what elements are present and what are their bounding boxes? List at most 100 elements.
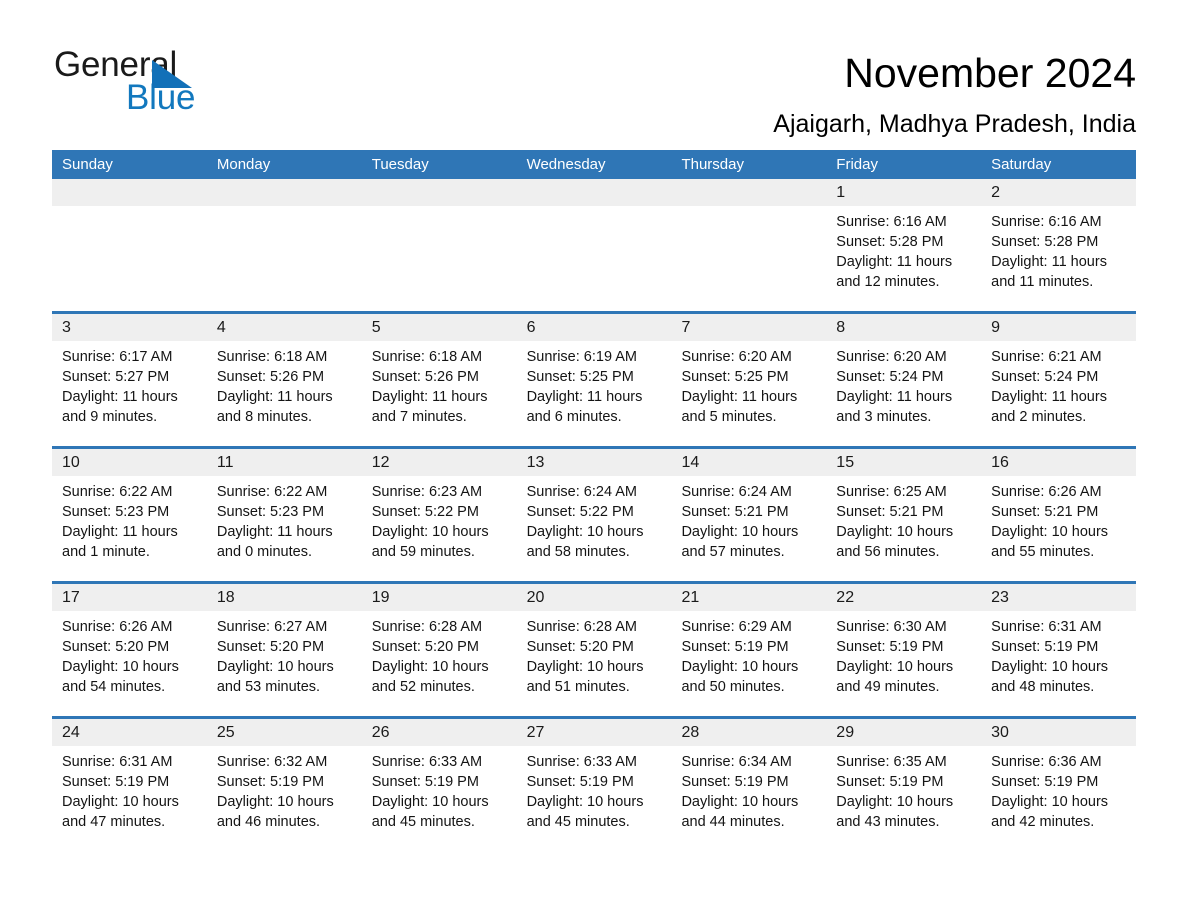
calendar-day-cell-empty	[207, 179, 362, 311]
daylight-text-line1: Daylight: 11 hours	[526, 389, 643, 405]
sunset-text: Sunset: 5:23 PM	[62, 504, 170, 520]
calendar-day-cell[interactable]: 18 Sunrise: 6:27 AM Sunset: 5:20 PM Dayligh…	[207, 584, 362, 716]
page-subtitle: Ajaigarh, Madhya Pradesh, India	[773, 110, 1136, 138]
calendar-day-cell[interactable]: 29 Sunrise: 6:35 AM Sunset: 5:19 PM Dayligh…	[826, 719, 981, 851]
daylight-text-line2: and 57 minutes.	[681, 544, 785, 560]
day-number: 6	[526, 319, 536, 336]
calendar-day-cell[interactable]: 10 Sunrise: 6:22 AM Sunset: 5:23 PM Dayligh…	[52, 449, 207, 581]
daylight-text-line1: Daylight: 10 hours	[216, 659, 334, 675]
sunset-text: Sunset: 5:28 PM	[991, 234, 1099, 250]
sunset-text: Sunset: 5:27 PM	[62, 369, 170, 385]
day-details: Sunrise: 6:34 AM Sunset: 5:19 PM Daylight:…	[671, 746, 826, 832]
day-number: 29	[836, 724, 855, 741]
sunrise-text: Sunrise: 6:31 AM	[62, 754, 173, 770]
daylight-text-line2: and 12 minutes.	[836, 274, 940, 290]
calendar-day-cell[interactable]: 26 Sunrise: 6:33 AM Sunset: 5:19 PM Dayligh…	[362, 719, 517, 851]
day-details: Sunrise: 6:19 AM Sunset: 5:25 PM Daylight:…	[517, 341, 672, 427]
daylight-text-line2: and 54 minutes.	[62, 679, 166, 695]
day-details: Sunrise: 6:26 AM Sunset: 5:21 PM Daylight:…	[981, 476, 1136, 562]
daylight-text-line1: Daylight: 10 hours	[681, 659, 799, 675]
calendar-day-cell[interactable]: 2 Sunrise: 6:16 AM Sunset: 5:28 PM Daylight…	[981, 179, 1136, 311]
calendar-day-cell[interactable]: 22 Sunrise: 6:30 AM Sunset: 5:19 PM Dayligh…	[826, 584, 981, 716]
calendar-day-cell[interactable]: 1 Sunrise: 6:16 AM Sunset: 5:28 PM Daylight…	[826, 179, 981, 311]
sunset-text: Sunset: 5:25 PM	[526, 369, 634, 385]
sunrise-text: Sunrise: 6:16 AM	[991, 214, 1102, 230]
calendar-day-cell[interactable]: 11 Sunrise: 6:22 AM Sunset: 5:23 PM Dayligh…	[207, 449, 362, 581]
calendar-day-cell[interactable]: 30 Sunrise: 6:36 AM Sunset: 5:19 PM Dayligh…	[981, 719, 1136, 851]
daylight-text-line2: and 1 minute.	[62, 544, 150, 560]
sunrise-text: Sunrise: 6:25 AM	[836, 484, 947, 500]
calendar-day-cell[interactable]: 17 Sunrise: 6:26 AM Sunset: 5:20 PM Dayligh…	[52, 584, 207, 716]
calendar-day-cell[interactable]: 19 Sunrise: 6:28 AM Sunset: 5:20 PM Dayligh…	[362, 584, 517, 716]
daylight-text-line2: and 58 minutes.	[526, 544, 630, 560]
day-number: 2	[991, 184, 1001, 201]
calendar-day-cell[interactable]: 12 Sunrise: 6:23 AM Sunset: 5:22 PM Dayligh…	[362, 449, 517, 581]
calendar-day-cell[interactable]: 3 Sunrise: 6:17 AM Sunset: 5:27 PM Daylight…	[52, 314, 207, 446]
sunrise-text: Sunrise: 6:17 AM	[62, 349, 173, 365]
calendar-day-cell[interactable]: 21 Sunrise: 6:29 AM Sunset: 5:19 PM Dayligh…	[671, 584, 826, 716]
sunset-text: Sunset: 5:24 PM	[991, 369, 1099, 385]
calendar-day-cell[interactable]: 25 Sunrise: 6:32 AM Sunset: 5:19 PM Dayligh…	[207, 719, 362, 851]
sunset-text: Sunset: 5:22 PM	[526, 504, 634, 520]
calendar-day-cell[interactable]: 7 Sunrise: 6:20 AM Sunset: 5:25 PM Daylight…	[671, 314, 826, 446]
daylight-text-line1: Daylight: 10 hours	[62, 794, 179, 810]
sunrise-text: Sunrise: 6:18 AM	[216, 349, 328, 365]
sunrise-text: Sunrise: 6:20 AM	[681, 349, 792, 365]
calendar-day-cell[interactable]: 15 Sunrise: 6:25 AM Sunset: 5:21 PM Dayligh…	[826, 449, 981, 581]
weekday-header-tuesday: Tuesday	[371, 155, 429, 173]
brand-logo[interactable]: General Blue	[54, 46, 234, 126]
weekday-header-sunday: Sunday	[62, 155, 113, 173]
daylight-text-line1: Daylight: 11 hours	[836, 389, 953, 405]
day-number: 11	[216, 454, 234, 471]
calendar-day-cell[interactable]: 16 Sunrise: 6:26 AM Sunset: 5:21 PM Dayligh…	[981, 449, 1136, 581]
sunset-text: Sunset: 5:19 PM	[526, 774, 634, 790]
calendar-day-cell[interactable]: 24 Sunrise: 6:31 AM Sunset: 5:19 PM Dayligh…	[52, 719, 207, 851]
day-number: 13	[526, 454, 545, 471]
calendar-day-cell[interactable]: 5 Sunrise: 6:18 AM Sunset: 5:26 PM Daylight…	[362, 314, 517, 446]
daylight-text-line2: and 45 minutes.	[526, 814, 630, 830]
day-details: Sunrise: 6:18 AM Sunset: 5:26 PM Daylight:…	[207, 341, 362, 427]
calendar-day-cell[interactable]: 23 Sunrise: 6:31 AM Sunset: 5:19 PM Dayligh…	[981, 584, 1136, 716]
calendar-day-cell[interactable]: 13 Sunrise: 6:24 AM Sunset: 5:22 PM Dayligh…	[517, 449, 672, 581]
sunset-text: Sunset: 5:28 PM	[836, 234, 944, 250]
sunrise-text: Sunrise: 6:27 AM	[216, 619, 328, 635]
sunset-text: Sunset: 5:21 PM	[836, 504, 944, 520]
sunrise-text: Sunrise: 6:35 AM	[836, 754, 947, 770]
sunrise-text: Sunrise: 6:28 AM	[371, 619, 483, 635]
sunset-text: Sunset: 5:19 PM	[681, 774, 789, 790]
daylight-text-line2: and 44 minutes.	[681, 814, 785, 830]
sunset-text: Sunset: 5:25 PM	[681, 369, 789, 385]
calendar-day-cell[interactable]: 14 Sunrise: 6:24 AM Sunset: 5:21 PM Dayligh…	[671, 449, 826, 581]
day-details: Sunrise: 6:25 AM Sunset: 5:21 PM Daylight:…	[826, 476, 981, 562]
sunrise-text: Sunrise: 6:28 AM	[526, 619, 637, 635]
sunset-text: Sunset: 5:24 PM	[836, 369, 944, 385]
daylight-text-line2: and 6 minutes.	[526, 409, 622, 425]
day-details: Sunrise: 6:24 AM Sunset: 5:22 PM Daylight:…	[517, 476, 672, 562]
day-details: Sunrise: 6:33 AM Sunset: 5:19 PM Daylight:…	[517, 746, 672, 832]
sunrise-text: Sunrise: 6:24 AM	[526, 484, 637, 500]
week-cells: 24 Sunrise: 6:31 AM Sunset: 5:19 PM Dayligh…	[52, 719, 1136, 851]
calendar-day-cell[interactable]: 27 Sunrise: 6:33 AM Sunset: 5:19 PM Dayligh…	[517, 719, 672, 851]
day-details: Sunrise: 6:16 AM Sunset: 5:28 PM Daylight:…	[981, 206, 1136, 292]
sunset-text: Sunset: 5:23 PM	[216, 504, 325, 520]
calendar-page: General Blue November 2024 Ajaigarh, Mad…	[0, 0, 1188, 918]
daylight-text-line1: Daylight: 11 hours	[62, 389, 178, 405]
day-number: 28	[681, 724, 700, 741]
day-details: Sunrise: 6:30 AM Sunset: 5:19 PM Daylight:…	[826, 611, 981, 697]
sunrise-text: Sunrise: 6:31 AM	[991, 619, 1102, 635]
daylight-text-line2: and 0 minutes.	[216, 544, 312, 560]
sunset-text: Sunset: 5:20 PM	[371, 639, 479, 655]
calendar-day-cell[interactable]: 4 Sunrise: 6:18 AM Sunset: 5:26 PM Daylight…	[207, 314, 362, 446]
calendar-day-cell[interactable]: 9 Sunrise: 6:21 AM Sunset: 5:24 PM Daylight…	[981, 314, 1136, 446]
day-number: 22	[836, 589, 855, 606]
calendar-day-cell[interactable]: 28 Sunrise: 6:34 AM Sunset: 5:19 PM Dayligh…	[671, 719, 826, 851]
day-details: Sunrise: 6:21 AM Sunset: 5:24 PM Daylight:…	[981, 341, 1136, 427]
calendar-day-cell[interactable]: 20 Sunrise: 6:28 AM Sunset: 5:20 PM Dayligh…	[517, 584, 672, 716]
calendar-day-cell[interactable]: 6 Sunrise: 6:19 AM Sunset: 5:25 PM Daylight…	[517, 314, 672, 446]
calendar-grid: Sunday Monday Tuesday Wednesday Thursday…	[52, 150, 1136, 851]
calendar-day-cell-empty	[517, 179, 672, 311]
day-number: 27	[526, 724, 545, 741]
page-title: November 2024	[844, 50, 1136, 96]
sunset-text: Sunset: 5:19 PM	[991, 774, 1099, 790]
calendar-day-cell[interactable]: 8 Sunrise: 6:20 AM Sunset: 5:24 PM Daylight…	[826, 314, 981, 446]
